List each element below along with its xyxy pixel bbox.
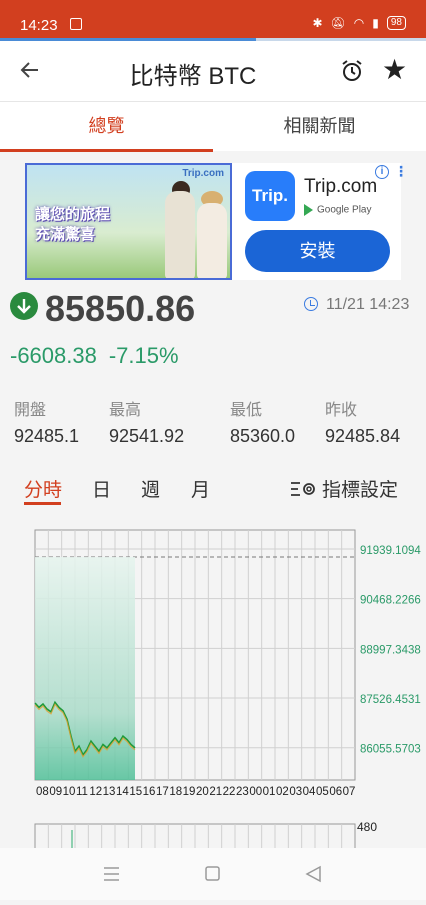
status-time: 14:23 <box>20 17 58 34</box>
chart-x-tick-label: 23 <box>236 786 249 798</box>
ad-person-icon <box>197 203 227 278</box>
stat-value: 92541.92 <box>109 426 185 446</box>
price-change: -6608.38 -7.15% <box>10 343 191 369</box>
ad-logo[interactable]: Trip. <box>245 171 295 221</box>
favorite-star-icon[interactable]: ★ <box>382 53 407 86</box>
wifi-icon: ◠ <box>353 16 365 30</box>
chart-x-tick-label: 07 <box>343 786 356 798</box>
chart-x-tick-label: 03 <box>289 786 302 798</box>
settings-gear-icon <box>291 481 315 496</box>
stat-prev-close: 昨收 92485.84 <box>325 396 400 447</box>
bluetooth-icon: ✱ <box>312 16 323 30</box>
stats-panel: 開盤 92485.1 最高 92541.92 最低 85360.0 昨收 924… <box>0 396 426 446</box>
chart-x-tick-label: 13 <box>103 786 116 798</box>
ad-install-button[interactable]: 安裝 <box>245 230 390 272</box>
chart-x-tick-label: 06 <box>329 786 342 798</box>
ad-details: Trip. Trip.com Google Play i ⋮ 安裝 <box>232 163 408 280</box>
chart-y-tick-label: 86055.5703 <box>360 744 421 756</box>
stat-value: 85360.0 <box>230 426 296 446</box>
app-header: 比特幣 BTC ★ <box>0 41 426 101</box>
chart-x-tick-label: 09 <box>49 786 62 798</box>
ad-card[interactable]: Trip.com 讓您的旅程 充滿驚喜 Trip. Trip.com Googl… <box>25 163 408 280</box>
notification-icon <box>70 18 82 30</box>
tab-daily[interactable]: 日 <box>92 475 111 502</box>
back-icon[interactable] <box>305 865 321 883</box>
stat-open: 開盤 92485.1 <box>14 396 79 447</box>
chart-canvas: 91939.1094 90468.2266 88997.3438 87526.4531… <box>34 529 421 850</box>
chart-x-tick-label: 02 <box>276 786 289 798</box>
stat-high: 最高 92541.92 <box>109 396 184 447</box>
stat-label: 昨收 <box>325 402 358 419</box>
status-icons: ✱ 🔕︎ ◠ ▮ 98 <box>312 16 406 30</box>
clock-icon <box>304 297 318 311</box>
chart-x-tick-label: 12 <box>89 786 102 798</box>
chart-y-tick-label: 91939.1094 <box>360 545 421 557</box>
price-chart[interactable]: 91939.1094 90468.2266 88997.3438 87526.4531… <box>0 520 426 850</box>
chart-y-tick-label: 90468.2266 <box>360 595 421 607</box>
chart-x-tick-label: 16 <box>143 786 156 798</box>
ad-store-label: Google Play <box>317 204 372 216</box>
down-arrow-icon <box>10 292 38 320</box>
ad-info-icon[interactable]: i <box>375 165 389 179</box>
google-play-icon <box>304 204 313 216</box>
chart-x-tick-label: 17 <box>156 786 169 798</box>
chart-y-tick-label: 88997.3438 <box>360 644 421 656</box>
page-title: 比特幣 BTC <box>129 63 257 90</box>
ad-store: Google Play <box>304 204 371 216</box>
quote-row: 85850.86 11/21 14:23 <box>0 288 426 329</box>
ad-banner-brand: Trip.com <box>182 168 224 179</box>
chart-x-tick-label: 20 <box>196 786 209 798</box>
mute-icon: 🔕︎ <box>330 16 346 30</box>
menu-icon[interactable] <box>104 867 119 881</box>
ad-banner-image[interactable]: Trip.com 讓您的旅程 充滿驚喜 <box>25 163 232 280</box>
chart-x-tick-label: 21 <box>209 786 222 798</box>
alarm-clock-icon[interactable] <box>340 59 364 83</box>
chart-x-tick-label: 11 <box>76 786 88 798</box>
tab-overview[interactable]: 總覽 <box>0 102 213 152</box>
tab-intraday[interactable]: 分時 <box>24 475 62 505</box>
quote-datetime: 11/21 14:23 <box>326 296 410 313</box>
stat-low: 最低 85360.0 <box>230 396 295 447</box>
battery-icon: 98 <box>386 16 406 30</box>
period-tabs: 分時 日 週 月 指標設定 <box>0 475 426 509</box>
indicator-settings-label: 指標設定 <box>322 480 399 501</box>
chart-y-tick-label: 87526.4531 <box>360 694 421 706</box>
system-nav-bar <box>0 848 426 900</box>
indicator-settings-button[interactable]: 指標設定 <box>290 475 398 502</box>
chart-x-tick-label: 15 <box>129 786 142 798</box>
volume-tick-label: 480 <box>357 820 377 834</box>
chart-x-tick-label: 14 <box>116 786 129 798</box>
signal-icon: ▮ <box>372 16 379 30</box>
ad-advertiser[interactable]: Trip.com <box>304 176 377 198</box>
current-price: 85850.86 <box>45 288 196 329</box>
stat-value: 92485.1 <box>14 426 80 446</box>
chart-x-tick-label: 00 <box>249 786 262 798</box>
chart-x-tick-label: 04 <box>303 786 316 798</box>
change-value: -6608.38 <box>10 343 97 368</box>
ad-more-icon[interactable]: ⋮ <box>394 163 408 180</box>
home-icon[interactable] <box>205 866 220 881</box>
tab-weekly[interactable]: 週 <box>141 475 160 502</box>
tab-news[interactable]: 相關新聞 <box>213 102 426 152</box>
chart-x-tick-label: 18 <box>169 786 182 798</box>
ad-person-icon <box>165 191 195 278</box>
chart-x-tick-label: 10 <box>63 786 76 798</box>
chart-x-tick-label: 05 <box>316 786 329 798</box>
content-tabs: 總覽 相關新聞 <box>0 101 426 152</box>
tab-monthly[interactable]: 月 <box>191 475 210 502</box>
chart-x-tick-label: 01 <box>263 786 276 798</box>
chart-x-tick-label: 22 <box>223 786 236 798</box>
chart-x-tick-label: 08 <box>36 786 49 798</box>
stat-label: 開盤 <box>14 402 47 419</box>
chart-area-fill <box>35 557 135 780</box>
status-bar: 14:23 ✱ 🔕︎ ◠ ▮ 98 <box>0 0 426 40</box>
ad-banner-headline: 讓您的旅程 充滿驚喜 <box>35 206 111 243</box>
chart-x-tick-label: 19 <box>183 786 196 798</box>
stat-label: 最低 <box>230 402 263 419</box>
stat-label: 最高 <box>109 402 142 419</box>
change-percent: -7.15% <box>108 343 179 368</box>
stat-value: 92485.84 <box>325 426 401 446</box>
